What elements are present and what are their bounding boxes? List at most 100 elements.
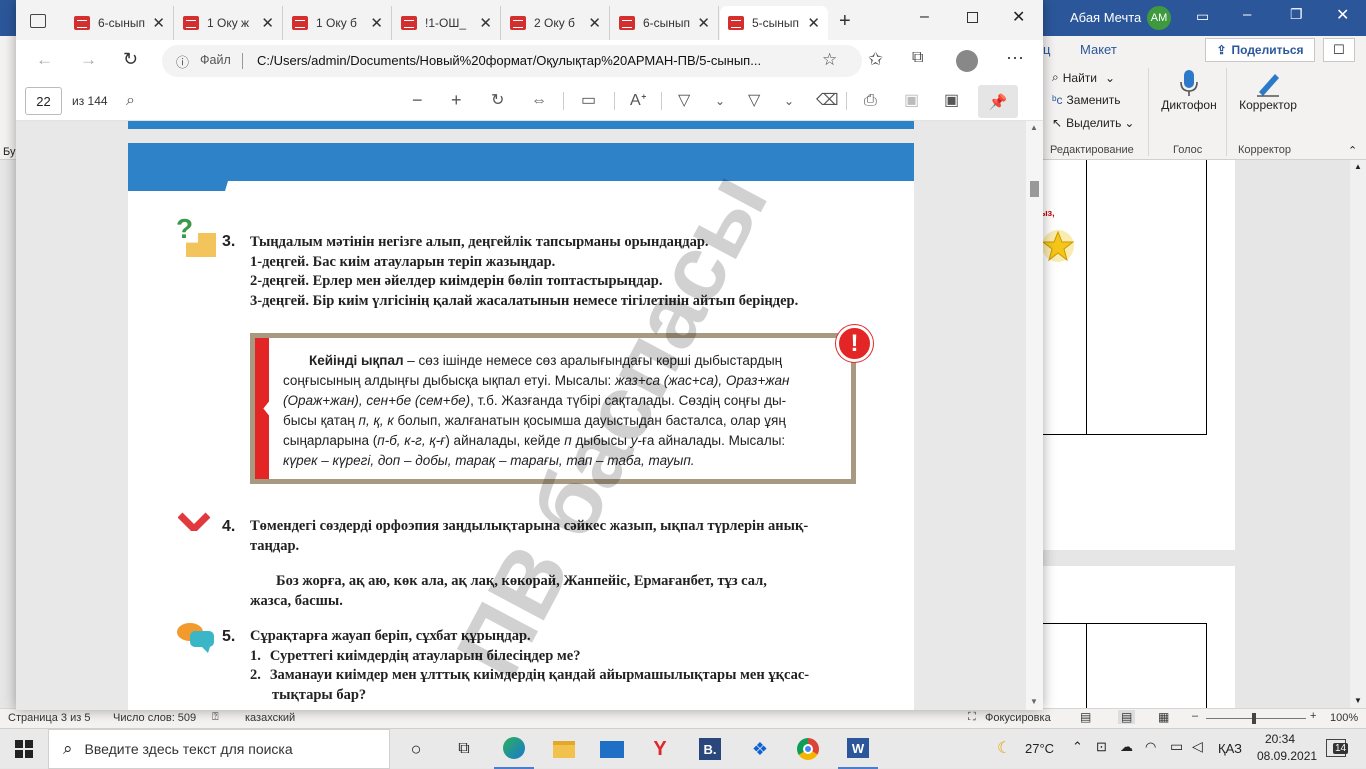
close-window-icon[interactable]: ✕ xyxy=(1012,7,1025,27)
search-box[interactable]: ⌕ Введите здесь текст для поиска xyxy=(48,729,390,769)
browser-tab[interactable]: !1-ОШ_ ✕ xyxy=(393,6,501,40)
comments-icon[interactable]: ☐ xyxy=(1323,38,1355,62)
zoom-out-icon[interactable]: − xyxy=(412,91,423,109)
close-tab-icon[interactable]: ✕ xyxy=(261,14,274,32)
speaker-icon[interactable]: ◁ xyxy=(1192,738,1203,755)
proofing-icon[interactable]: ⍰ xyxy=(212,711,219,724)
save-icon[interactable]: ▣ xyxy=(904,93,919,109)
browser-tab[interactable]: 6-сынып ✕ xyxy=(611,6,719,40)
browser-tab-active[interactable]: 5-сынып ✕ xyxy=(720,6,828,40)
save-as-icon[interactable]: ▣ xyxy=(944,93,959,109)
cortana-icon[interactable]: ○ xyxy=(396,729,436,769)
minimize-icon[interactable]: – xyxy=(920,8,929,26)
forward-icon[interactable]: → xyxy=(80,50,97,70)
scroll-thumb[interactable] xyxy=(1030,181,1039,197)
share-button[interactable]: ⇪ Поделиться xyxy=(1205,38,1315,62)
collections-icon[interactable]: ⧉ xyxy=(912,49,923,67)
dropbox-icon[interactable]: ❖ xyxy=(740,729,780,769)
page-view-icon[interactable]: ▭ xyxy=(581,93,596,109)
rotate-icon[interactable]: ↻ xyxy=(491,93,504,109)
maximize-icon[interactable] xyxy=(967,12,978,23)
tab-design-cut[interactable]: ц xyxy=(1043,42,1050,57)
wifi-icon[interactable]: ◠ xyxy=(1145,739,1156,755)
web-layout-icon[interactable]: ▦ xyxy=(1158,710,1169,724)
chevron-up-icon[interactable]: ⌃ xyxy=(1072,739,1083,755)
word-count[interactable]: Число слов: 509 xyxy=(113,712,196,724)
scroll-down-icon[interactable]: ▼ xyxy=(1030,697,1038,706)
device-icon[interactable]: ⊡ xyxy=(1096,739,1107,755)
fit-page-icon[interactable]: ⇔ xyxy=(531,93,547,109)
favorites-icon[interactable]: ✩ xyxy=(868,49,883,70)
restore-icon[interactable]: ❐ xyxy=(1290,6,1303,23)
collapse-ribbon-icon[interactable]: ⌃ xyxy=(1348,144,1357,157)
clock-date[interactable]: 08.09.2021 xyxy=(1257,749,1317,763)
focus-icon[interactable]: ⛶ xyxy=(968,711,976,724)
search-icon[interactable]: ⌕ xyxy=(126,93,135,109)
print-layout-icon[interactable]: ▤ xyxy=(1118,710,1136,724)
clock-time[interactable]: 20:34 xyxy=(1265,732,1295,746)
page-indicator[interactable]: Страница 3 из 5 xyxy=(8,712,90,724)
close-icon[interactable]: ✕ xyxy=(1336,5,1349,25)
read-aloud-icon[interactable]: Aᐩ xyxy=(630,93,647,109)
tab-layout[interactable]: Макет xyxy=(1080,42,1117,57)
zoom-slider-thumb[interactable] xyxy=(1252,713,1256,724)
chevron-down-icon[interactable]: ⌄ xyxy=(715,93,725,109)
info-icon[interactable]: ⓘ xyxy=(176,52,189,71)
ribbon-display-icon[interactable]: ▭ xyxy=(1196,8,1209,25)
start-button[interactable] xyxy=(0,729,48,769)
close-tab-icon[interactable]: ✕ xyxy=(697,14,710,32)
dictate-button[interactable]: Диктофон xyxy=(1160,68,1218,126)
address-field[interactable]: ⓘ Файл C:/Users/admin/Documents/Новый%20… xyxy=(162,45,862,77)
highlight-icon[interactable]: ▽ xyxy=(748,93,760,109)
chevron-down-icon[interactable]: ⌄ xyxy=(784,93,794,109)
close-tab-icon[interactable]: ✕ xyxy=(807,14,820,32)
new-tab-icon[interactable]: + xyxy=(839,10,851,33)
browser-tab[interactable]: 1 Оку ж ✕ xyxy=(175,6,283,40)
app-b-icon[interactable]: B. xyxy=(690,729,730,769)
eraser-icon[interactable]: ⌫ xyxy=(816,93,839,109)
back-icon[interactable]: ← xyxy=(36,50,53,70)
task-view-icon[interactable]: ⧉ xyxy=(444,729,484,769)
file-explorer-icon[interactable] xyxy=(544,729,584,769)
pin-icon[interactable]: 📌 xyxy=(978,85,1018,118)
select-button[interactable]: ↖ Выделить ⌄ xyxy=(1052,116,1134,130)
close-tab-icon[interactable]: ✕ xyxy=(152,14,165,32)
draw-icon[interactable]: ▽ xyxy=(678,93,690,109)
yandex-icon[interactable]: Y xyxy=(640,729,680,769)
focus-mode[interactable]: Фокусировка xyxy=(985,712,1051,724)
browser-tab[interactable]: 2 Оку б ✕ xyxy=(502,6,610,40)
print-icon[interactable]: ⎙ xyxy=(864,93,877,109)
browser-tab[interactable]: 1 Оку б ✕ xyxy=(284,6,392,40)
replace-button[interactable]: ᵇc Заменить xyxy=(1052,93,1120,107)
add-favorite-icon[interactable]: ☆ xyxy=(822,50,837,70)
url-text[interactable]: C:/Users/admin/Documents/Новый%20формат/… xyxy=(257,53,761,68)
refresh-icon[interactable]: ↻ xyxy=(123,49,138,70)
close-tab-icon[interactable]: ✕ xyxy=(370,14,383,32)
tab-actions-icon[interactable] xyxy=(30,14,46,28)
chrome-icon[interactable] xyxy=(788,729,828,769)
close-tab-icon[interactable]: ✕ xyxy=(479,14,492,32)
weather-temp[interactable]: 27°C xyxy=(1025,741,1054,756)
read-mode-icon[interactable]: ▤ xyxy=(1080,710,1091,724)
zoom-in-icon[interactable]: + xyxy=(1310,710,1316,722)
input-language[interactable]: ҚАЗ xyxy=(1218,741,1242,756)
avatar[interactable]: АМ xyxy=(1147,6,1171,30)
mail-icon[interactable] xyxy=(592,729,632,769)
word-scrollbar[interactable]: ▲ ▼ xyxy=(1350,160,1366,708)
zoom-slider[interactable] xyxy=(1206,718,1306,719)
cloud-icon[interactable]: ☁ xyxy=(1120,739,1133,755)
profile-icon[interactable] xyxy=(956,50,978,72)
word-taskbar-icon[interactable]: W xyxy=(838,729,878,769)
more-icon[interactable]: ⋯ xyxy=(1006,48,1024,69)
close-tab-icon[interactable]: ✕ xyxy=(588,14,601,32)
editor-button[interactable]: Корректор xyxy=(1236,68,1300,126)
browser-tab[interactable]: 6-сынып ✕ xyxy=(66,6,174,40)
find-button[interactable]: ⌕ Найти ⌄ xyxy=(1052,70,1115,85)
page-number-input[interactable]: 22 xyxy=(25,87,62,115)
minimize-icon[interactable]: – xyxy=(1243,6,1251,23)
zoom-in-icon[interactable]: + xyxy=(451,91,462,109)
pdf-scrollbar[interactable]: ▲ ▼ xyxy=(1026,121,1043,710)
language-indicator[interactable]: казахский xyxy=(245,712,295,724)
edge-taskbar-icon[interactable] xyxy=(494,729,534,769)
zoom-out-icon[interactable]: – xyxy=(1192,710,1198,722)
